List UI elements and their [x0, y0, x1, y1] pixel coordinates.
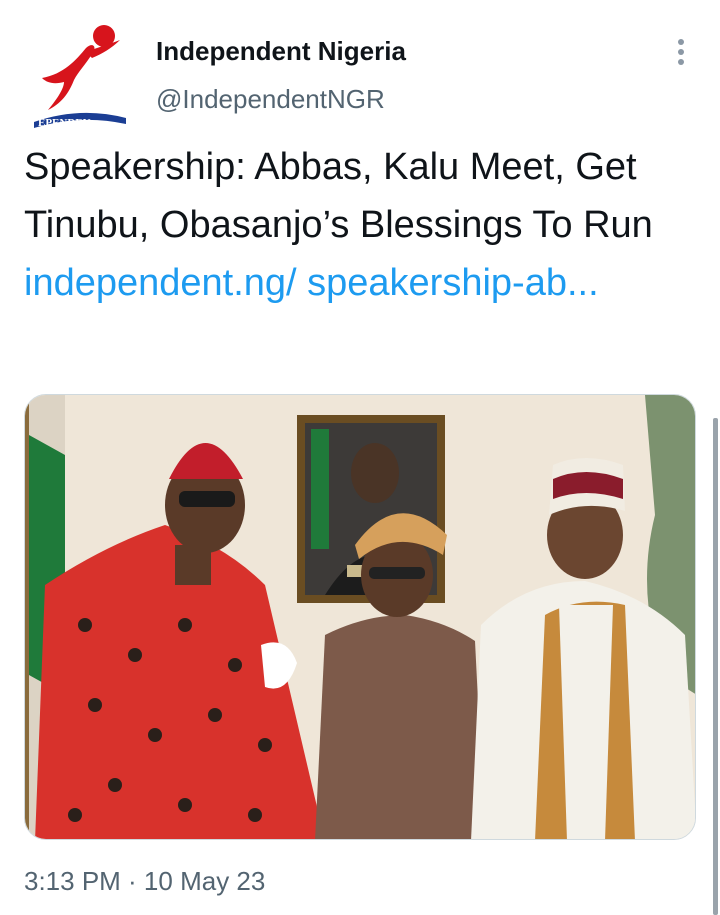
independent-logo: EPENDEN: [34, 25, 126, 129]
avatar[interactable]: EPENDEN: [34, 18, 126, 134]
tweet-text: Speakership: Abbas, Kalu Meet, Get Tinub…: [24, 138, 699, 312]
more-vertical-icon[interactable]: [672, 36, 690, 72]
svg-text:EPENDEN: EPENDEN: [38, 117, 91, 129]
scrollbar[interactable]: [713, 418, 718, 915]
tweet-link[interactable]: independent.ng/ speakership-ab...: [24, 262, 599, 304]
tweet-timestamp[interactable]: 3:13 PM · 10 May 23: [24, 866, 265, 897]
author-handle[interactable]: @IndependentNGR: [156, 84, 385, 115]
tweet-body: Speakership: Abbas, Kalu Meet, Get Tinub…: [24, 146, 653, 246]
tweet-image[interactable]: [24, 394, 696, 840]
photo-illustration: [25, 395, 695, 839]
author-name[interactable]: Independent Nigeria: [156, 36, 406, 67]
